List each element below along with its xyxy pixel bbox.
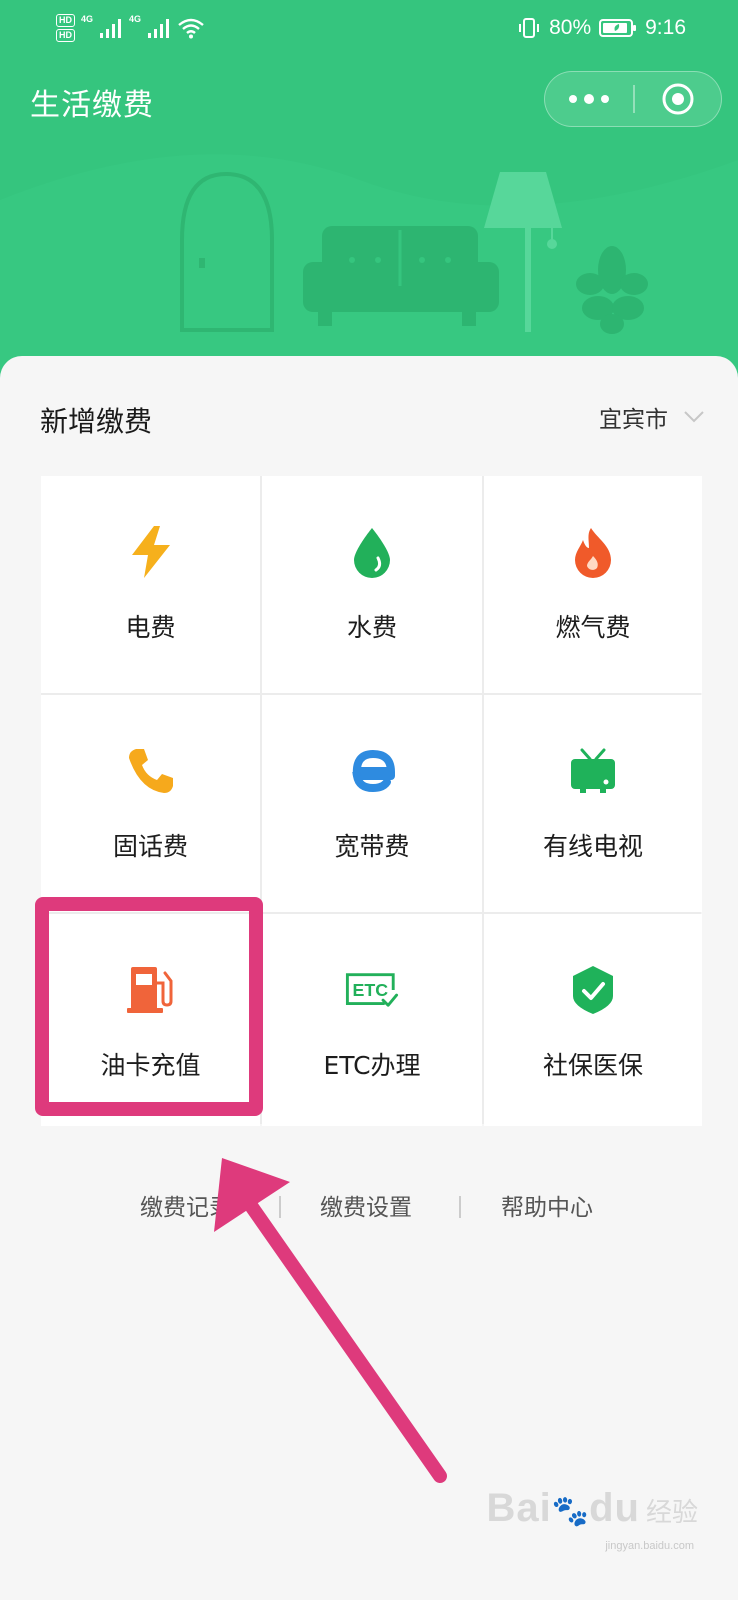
lightning-icon <box>123 524 179 580</box>
service-tile-cable-tv[interactable]: 有线电视 <box>484 695 702 912</box>
city-label: 宜宾市 <box>599 407 668 433</box>
hd-badge-1: HD <box>56 14 75 27</box>
tv-icon <box>565 743 621 799</box>
service-label: 有线电视 <box>542 832 643 861</box>
footer-links: 缴费记录 缴费设置 帮助中心 <box>0 1188 738 1228</box>
flame-icon <box>565 524 621 580</box>
footer-separator <box>459 1196 461 1218</box>
watermark-brand: Bai <box>486 1486 552 1530</box>
hd-indicators: HD HD <box>56 14 75 42</box>
shield-check-icon <box>565 962 621 1018</box>
section-title: 新增缴费 <box>40 405 153 438</box>
service-tile-electricity[interactable]: 电费 <box>41 476 260 693</box>
help-center-link[interactable]: 帮助中心 <box>501 1188 593 1222</box>
service-label: 燃气费 <box>555 613 631 642</box>
status-left: HD HD 4G 4G <box>56 8 205 48</box>
payment-settings-link[interactable]: 缴费设置 <box>320 1188 412 1222</box>
status-right: 80% 9:16 <box>517 10 686 46</box>
service-tile-etc[interactable]: ETC ETC办理 <box>262 914 482 1126</box>
service-label: ETC办理 <box>323 1051 421 1080</box>
service-label: 固话费 <box>112 832 188 861</box>
service-tile-broadband[interactable]: 宽带费 <box>262 695 482 912</box>
phone-icon <box>123 743 179 799</box>
living-room-illustration <box>0 154 738 380</box>
page-title: 生活缴费 <box>30 88 154 123</box>
service-tile-landline[interactable]: 固话费 <box>41 695 260 912</box>
service-label: 水费 <box>346 613 397 642</box>
service-label: 电费 <box>125 613 176 642</box>
watermark-cn: 经验 <box>645 1498 698 1528</box>
service-tile-water[interactable]: 水费 <box>262 476 482 693</box>
watermark-url: jingyan.baidu.com <box>605 1540 694 1552</box>
signal-icon <box>100 19 122 38</box>
vibrate-icon <box>519 18 540 38</box>
hd-badge-2: HD <box>56 29 75 42</box>
svg-text:ETC: ETC <box>352 980 388 1000</box>
footer-separator <box>279 1196 281 1218</box>
network-type-1: 4G <box>81 14 94 24</box>
chevron-down-icon <box>684 411 704 423</box>
signal-icon-2 <box>148 19 170 38</box>
watermark-brand-2: du <box>589 1486 640 1530</box>
city-selector[interactable]: 宜宾市 <box>599 400 704 434</box>
status-bar: HD HD 4G 4G 80% 9:16 <box>0 0 738 56</box>
baidu-watermark: Bai🐾du 经验 jingyan.baidu.com <box>486 1486 699 1552</box>
target-close-icon[interactable] <box>634 72 721 125</box>
highlight-box <box>35 897 263 1116</box>
etc-icon: ETC <box>344 962 400 1018</box>
more-dots-icon[interactable] <box>545 72 633 125</box>
water-drop-icon <box>344 524 400 580</box>
broadband-e-icon <box>344 743 400 799</box>
network-type-2: 4G <box>129 14 142 24</box>
paw-icon: 🐾 <box>551 1494 590 1529</box>
header-banner: HD HD 4G 4G 80% 9:16 生活缴费 <box>0 0 738 380</box>
wifi-icon <box>178 18 204 39</box>
battery-icon <box>599 19 637 37</box>
battery-percent: 80% <box>549 16 592 39</box>
service-tile-social-security[interactable]: 社保医保 <box>484 914 702 1126</box>
service-tile-gas[interactable]: 燃气费 <box>484 476 702 693</box>
mini-program-capsule <box>544 71 722 127</box>
service-label: 社保医保 <box>542 1051 643 1080</box>
clock: 9:16 <box>645 16 686 39</box>
payment-history-link[interactable]: 缴费记录 <box>140 1188 232 1222</box>
service-label: 宽带费 <box>334 832 410 861</box>
